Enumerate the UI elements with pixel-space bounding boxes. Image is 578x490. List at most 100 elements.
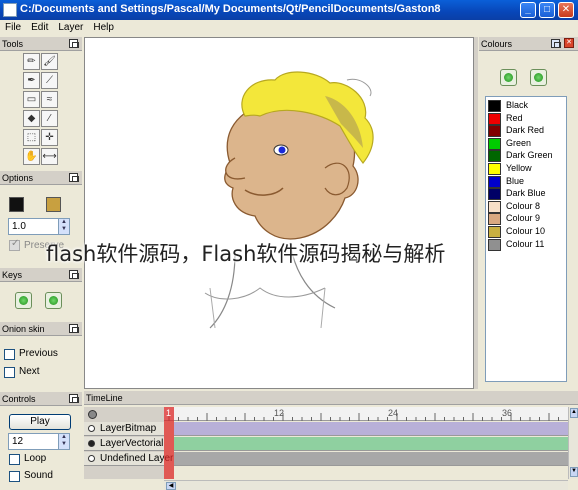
options-title: Options [2, 173, 34, 183]
watermark-text: flash软件源码，Flash软件源码揭秘与解析 [46, 242, 446, 266]
float-icon[interactable] [69, 39, 79, 48]
window-title: C:/Documents and Settings/Pascal/My Docu… [20, 3, 441, 15]
tool-polyline-icon[interactable]: ⟋ [41, 72, 58, 89]
tools-title: Tools [2, 39, 24, 49]
timeline-header: TimeLine [84, 391, 578, 405]
tool-move-icon[interactable]: ✛ [41, 129, 58, 146]
layer-row[interactable]: LayerVectorial [84, 437, 164, 451]
visibility-icon[interactable] [88, 455, 95, 462]
colour-item[interactable]: Red [488, 112, 566, 125]
tool-eyedropper-icon[interactable]: ⁄ [41, 110, 58, 127]
loop-checkbox[interactable] [9, 454, 20, 465]
colour-item[interactable]: Dark Green [488, 150, 566, 163]
colour-item[interactable]: Blue [488, 175, 566, 188]
options-panel-header: Options [0, 171, 82, 185]
visibility-icon[interactable] [88, 440, 95, 447]
colour-item[interactable]: Dark Blue [488, 188, 566, 201]
visibility-icon[interactable] [88, 425, 95, 432]
colour-item[interactable]: Dark Red [488, 125, 566, 138]
colour-item[interactable]: Colour 9 [488, 213, 566, 226]
colour-swatch [488, 200, 501, 213]
close-button[interactable]: ✕ [558, 2, 574, 18]
layer-row[interactable]: Undefined Layer [84, 452, 173, 466]
close-icon[interactable]: ✕ [564, 38, 574, 48]
sound-checkbox[interactable] [9, 471, 20, 482]
colour-name: Blue [506, 175, 525, 186]
colour-item[interactable]: Colour 8 [488, 200, 566, 213]
colour-list[interactable]: Black Red Dark Red Green Dark Green Yellow Blu… [485, 96, 567, 382]
scroll-left-icon[interactable]: ◀ [166, 482, 176, 490]
fill-color-swatch[interactable] [46, 197, 61, 212]
tool-select-icon[interactable]: ⬚ [23, 129, 40, 146]
colour-name: Dark Blue [506, 188, 546, 199]
ruler-dot-icon [88, 410, 97, 419]
menu-file[interactable]: File [0, 20, 26, 33]
spin-arrows-icon[interactable]: ▲ ▼ [58, 434, 69, 449]
width-value: 1.0 [12, 221, 26, 232]
maximize-button[interactable]: □ [539, 2, 555, 18]
layer-row[interactable]: LayerBitmap [84, 422, 164, 436]
colour-name: Dark Red [506, 125, 545, 136]
colour-swatch [488, 175, 501, 188]
tool-pencil-icon[interactable]: ✏ [23, 53, 40, 70]
colour-item[interactable]: Colour 11 [488, 238, 566, 251]
colour-name: Yellow [506, 163, 532, 173]
float-icon[interactable] [551, 39, 561, 48]
previous-checkbox[interactable] [4, 349, 15, 360]
timeline-panel: TimeLine LayerBitmap LayerVectorial Undefi… [84, 391, 578, 490]
colour-item[interactable]: Black [488, 100, 566, 112]
colour-swatch [488, 150, 501, 163]
tool-hand-icon[interactable]: ✋ [23, 148, 40, 165]
preserve-checkbox[interactable] [9, 238, 20, 251]
layer-track[interactable] [174, 422, 568, 436]
tool-brush-icon[interactable]: 🖌 [41, 53, 58, 70]
scroll-down-icon[interactable]: ▼ [570, 467, 578, 477]
next-checkbox[interactable] [4, 367, 15, 378]
tool-eraser-icon[interactable]: ▭ [23, 91, 40, 108]
colour-item[interactable]: Colour 10 [488, 226, 566, 238]
timeline-vscrollbar[interactable]: ▲ ▼ [568, 407, 578, 479]
keys-title: Keys [2, 270, 23, 280]
minimize-button[interactable]: _ [520, 2, 536, 18]
fps-spinbox[interactable]: 12 ▲ ▼ [8, 433, 70, 450]
float-icon[interactable] [69, 324, 79, 333]
scroll-up-icon[interactable]: ▲ [570, 408, 578, 418]
float-icon[interactable] [69, 394, 79, 403]
tool-smudge-icon[interactable]: ≈ [41, 91, 58, 108]
frame-ruler[interactable]: 12 24 36 [164, 407, 568, 421]
timeline-hscrollbar[interactable]: ◀ [164, 480, 568, 490]
add-colour-button[interactable] [500, 69, 517, 86]
width-spinbox[interactable]: 1.0 ▲ ▼ [8, 218, 70, 235]
canvas-scrollbar[interactable] [474, 37, 478, 389]
menu-edit[interactable]: Edit [26, 20, 53, 33]
layer-name: LayerBitmap [100, 423, 157, 434]
spin-arrows-icon[interactable]: ▲ ▼ [58, 219, 69, 234]
timeline-title: TimeLine [86, 393, 123, 403]
remove-key-button[interactable] [45, 292, 62, 309]
layer-track[interactable] [174, 452, 568, 466]
colour-swatch [488, 112, 501, 125]
menu-help[interactable]: Help [88, 20, 119, 33]
add-key-button[interactable] [15, 292, 32, 309]
colour-item[interactable]: Green [488, 137, 566, 150]
menu-layer[interactable]: Layer [53, 20, 88, 33]
tool-bucket-icon[interactable]: ◆ [23, 110, 40, 127]
float-icon[interactable] [69, 270, 79, 279]
current-frame-label: 1 [166, 408, 172, 418]
colour-name: Dark Green [506, 150, 553, 161]
controls-panel-header: Controls [0, 392, 82, 406]
colour-swatch [488, 226, 501, 238]
stroke-color-swatch[interactable] [9, 197, 24, 212]
playhead[interactable]: 1 [164, 407, 174, 479]
ruler-label-36: 36 [502, 408, 513, 418]
drawing-illustration [204, 71, 374, 329]
layer-track[interactable] [174, 437, 568, 451]
tool-pen-icon[interactable]: ✒ [23, 72, 40, 89]
remove-colour-button[interactable] [530, 69, 547, 86]
float-icon[interactable] [69, 173, 79, 182]
tool-mirror-icon[interactable]: ⟷ [41, 148, 58, 165]
colour-swatch [488, 100, 501, 112]
drawing-canvas[interactable] [84, 37, 474, 389]
colour-item[interactable]: Yellow [488, 163, 566, 175]
play-button[interactable]: Play [9, 414, 71, 430]
